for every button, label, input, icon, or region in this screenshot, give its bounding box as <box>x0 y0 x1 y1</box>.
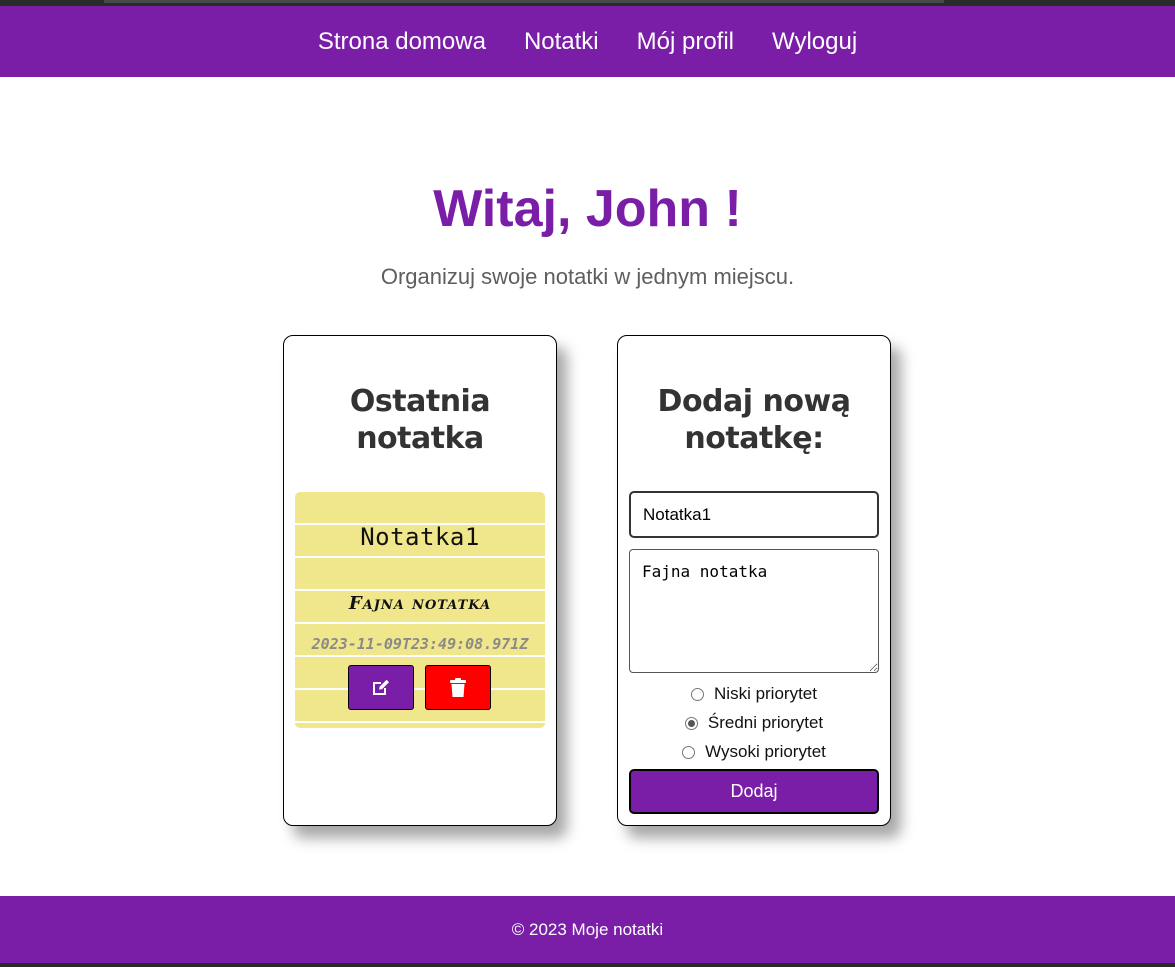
add-note-heading-line1: Dodaj nową <box>657 384 851 419</box>
note-content-textarea[interactable]: Fajna notatka <box>629 549 879 673</box>
priority-label-medium: Średni priorytet <box>707 713 824 732</box>
nav-link-logout[interactable]: Wyloguj <box>772 28 857 56</box>
note-ruled-line <box>295 622 545 624</box>
footer-copyright: © 2023 Moje notatki <box>511 919 664 939</box>
edit-note-button[interactable] <box>348 665 414 710</box>
add-note-button[interactable]: Dodaj <box>629 769 879 814</box>
latest-note-heading-line1: Ostatnia <box>349 384 491 419</box>
note-ruled-line <box>295 721 545 723</box>
add-note-heading-line2: notatkę: <box>684 421 824 456</box>
note-ruled-line <box>295 688 545 690</box>
priority-radio-high[interactable] <box>682 745 696 759</box>
priority-radio-medium[interactable] <box>684 716 698 730</box>
priority-option-low[interactable]: Niski priorytet <box>618 684 890 704</box>
note-ruled-line <box>295 556 545 558</box>
priority-option-medium[interactable]: Średni priorytet <box>618 713 890 733</box>
priority-label-low: Niski priorytet <box>714 684 817 703</box>
note-date: 2023-11-09T23:49:08.971Z <box>311 635 529 653</box>
note-content: Fajna notatka <box>348 593 492 614</box>
window-tab-strip <box>104 0 944 3</box>
priority-radio-low[interactable] <box>691 687 705 701</box>
nav-link-home[interactable]: Strona domowa <box>318 28 486 56</box>
latest-note-heading-line2: notatka <box>356 421 484 456</box>
sticky-note: Notatka1 Fajna notatka 2023-11-09T23:49:… <box>295 492 545 728</box>
note-title: Notatka1 <box>360 523 480 551</box>
note-ruled-line <box>295 589 545 591</box>
priority-label-high: Wysoki priorytet <box>705 742 826 761</box>
add-note-card: Dodaj nową notatkę: Fajna notatka Niski … <box>617 335 891 826</box>
edit-icon <box>373 679 389 695</box>
add-note-heading: Dodaj nową notatkę: <box>618 383 890 457</box>
latest-note-heading: Ostatnia notatka <box>284 383 556 457</box>
footer: © 2023 Moje notatki <box>0 896 1175 963</box>
priority-option-high[interactable]: Wysoki priorytet <box>618 742 890 762</box>
trash-icon <box>450 678 466 697</box>
page: Strona domowa Notatki Mój profil Wyloguj… <box>0 6 1175 963</box>
delete-note-button[interactable] <box>425 665 491 710</box>
note-title-input[interactable] <box>629 491 879 538</box>
welcome-heading: Witaj, John ! <box>433 180 742 238</box>
note-ruled-line <box>295 655 545 657</box>
navbar: Strona domowa Notatki Mój profil Wyloguj <box>0 6 1175 77</box>
nav-link-profile[interactable]: Mój profil <box>637 28 734 56</box>
welcome-subtitle: Organizuj swoje notatki w jednym miejscu… <box>380 264 795 289</box>
nav-link-notes[interactable]: Notatki <box>524 28 599 56</box>
latest-note-card: Ostatnia notatka Notatka1 Fajna notatka … <box>283 335 557 826</box>
